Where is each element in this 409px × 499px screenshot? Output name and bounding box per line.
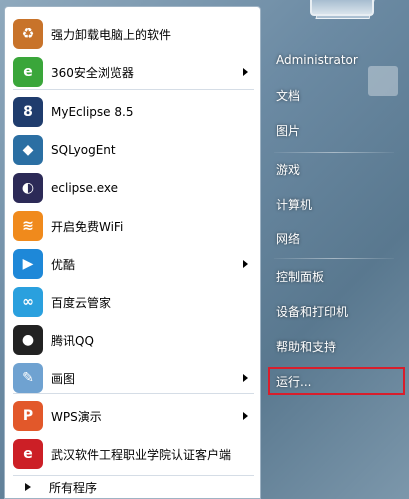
recycle-icon: ♻ (13, 19, 43, 49)
rp-network[interactable]: 网络 (268, 226, 398, 250)
program-item[interactable]: ◆ SQLyogEnt (13, 133, 254, 167)
program-item[interactable]: ∞ 百度云管家 (13, 285, 254, 319)
run-highlight-box (268, 367, 405, 395)
program-label: MyEclipse 8.5 (51, 105, 134, 119)
browser-360-icon: e (13, 57, 43, 87)
all-programs-button[interactable]: 所有程序 (13, 475, 254, 498)
program-item[interactable]: ● 腾讯QQ (13, 323, 254, 357)
rp-documents[interactable]: 文档 (268, 83, 398, 107)
program-label: 画图 (51, 371, 76, 386)
divider (274, 152, 394, 153)
program-item[interactable]: ▶ 优酷 (13, 247, 254, 281)
wps-icon: P (13, 401, 43, 431)
program-item[interactable]: ✎ 画图 (13, 361, 254, 395)
rp-administrator[interactable]: Administrator (268, 48, 398, 72)
rp-games[interactable]: 游戏 (268, 157, 398, 181)
dolphin-icon: ◆ (13, 135, 43, 165)
submenu-arrow-icon (243, 412, 248, 420)
myeclipse-icon: 8 (13, 97, 43, 127)
program-label: 360安全浏览器 (51, 65, 134, 80)
program-label: 优酷 (51, 257, 76, 272)
program-item[interactable]: ≋ 开启免费WiFi (13, 209, 254, 243)
rp-computer[interactable]: 计算机 (268, 192, 398, 216)
qq-penguin-icon: ● (13, 325, 43, 355)
program-label: SQLyogEnt (51, 143, 116, 157)
youku-icon: ▶ (13, 249, 43, 279)
program-item[interactable]: P WPS演示 (13, 399, 254, 433)
divider (13, 393, 254, 394)
places-pane: Administrator 文档 图片 游戏 计算机 网络 控制面板 设备和打印机 帮助和支持运… (262, 0, 409, 499)
program-label: 强力卸载电脑上的软件 (51, 27, 172, 42)
program-label: WPS演示 (51, 409, 102, 424)
rp-help-support[interactable]: 帮助和支持 (268, 334, 398, 358)
program-item[interactable]: e 360安全浏览器 (13, 55, 254, 89)
eclipse-icon: ◐ (13, 173, 43, 203)
program-label: 腾讯QQ (51, 333, 94, 348)
program-item[interactable]: e 武汉软件工程职业学院认证客户端 (13, 437, 254, 471)
program-item[interactable]: ◐ eclipse.exe (13, 171, 254, 205)
wifi-icon: ≋ (13, 211, 43, 241)
program-item[interactable]: 8 MyEclipse 8.5 (13, 95, 254, 129)
program-item[interactable]: ♻ 强力卸载电脑上的软件 (13, 17, 254, 51)
divider (274, 258, 394, 259)
program-label: eclipse.exe (51, 181, 119, 195)
all-programs-label: 所有程序 (49, 480, 98, 495)
programs-pane: ♻ 强力卸载电脑上的软件 e 360安全浏览器 8 MyEclipse 8.5 ◆ SQLyo… (4, 6, 261, 499)
cloud-icon: ∞ (13, 287, 43, 317)
all-programs-arrow-icon (25, 483, 31, 491)
rp-pictures[interactable]: 图片 (268, 118, 398, 142)
program-label: 百度云管家 (51, 295, 112, 310)
program-label: 开启免费WiFi (51, 219, 124, 234)
submenu-arrow-icon (243, 68, 248, 76)
start-menu: ♻ 强力卸载电脑上的软件 e 360安全浏览器 8 MyEclipse 8.5 ◆ SQLyo… (0, 0, 409, 499)
divider (13, 89, 254, 90)
rp-devices-printers[interactable]: 设备和打印机 (268, 299, 398, 323)
user-picture[interactable] (310, 0, 374, 16)
submenu-arrow-icon (243, 374, 248, 382)
submenu-arrow-icon (243, 260, 248, 268)
program-label: 武汉软件工程职业学院认证客户端 (51, 447, 232, 462)
auth-client-icon: e (13, 439, 43, 469)
rp-control-panel[interactable]: 控制面板 (268, 264, 398, 288)
paint-palette-icon: ✎ (13, 363, 43, 393)
